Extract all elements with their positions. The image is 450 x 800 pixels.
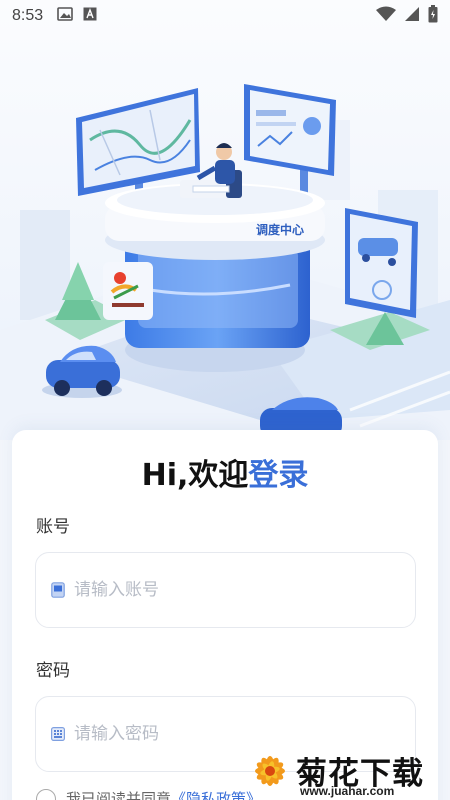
- id-card-icon: [50, 582, 66, 598]
- agree-text: 我已阅读并同意: [66, 790, 172, 800]
- image-icon: [57, 7, 73, 25]
- password-label: 密码: [36, 661, 70, 681]
- password-input[interactable]: [74, 724, 374, 744]
- building-sign: 调度中心: [256, 222, 304, 237]
- page-title: Hi,欢迎登录: [12, 450, 438, 494]
- login-screen: 8:53 调度中心 Hi,欢迎登录 账号 请输入账号 密码 我已阅读并同意 《隐…: [0, 0, 450, 800]
- text-a-icon: [83, 7, 97, 25]
- agree-checkbox[interactable]: [36, 788, 56, 800]
- title-accent: 登录: [248, 458, 309, 493]
- chrysanthemum-logo-icon: [255, 756, 285, 786]
- keypad-icon: [50, 726, 66, 742]
- account-label: 账号: [36, 517, 70, 537]
- title-prefix: Hi,欢迎: [141, 458, 249, 493]
- status-bar: 8:53: [0, 0, 450, 32]
- signal-icon: [404, 6, 420, 26]
- account-field[interactable]: [35, 552, 416, 628]
- login-card: Hi,欢迎登录 账号 密码 我已阅读并同意 《隐私政策》: [12, 430, 438, 800]
- wifi-icon: [376, 6, 396, 26]
- account-input[interactable]: [74, 580, 374, 600]
- battery-icon: [428, 5, 438, 27]
- watermark: 菊花下载网 www.juahar.com: [246, 746, 450, 800]
- hero-illustration: 调度中心: [0, 0, 450, 440]
- agreement-row: 我已阅读并同意 《隐私政策》: [36, 788, 261, 800]
- status-time: 8:53: [12, 7, 44, 24]
- watermark-url: www.juahar.com: [300, 784, 395, 798]
